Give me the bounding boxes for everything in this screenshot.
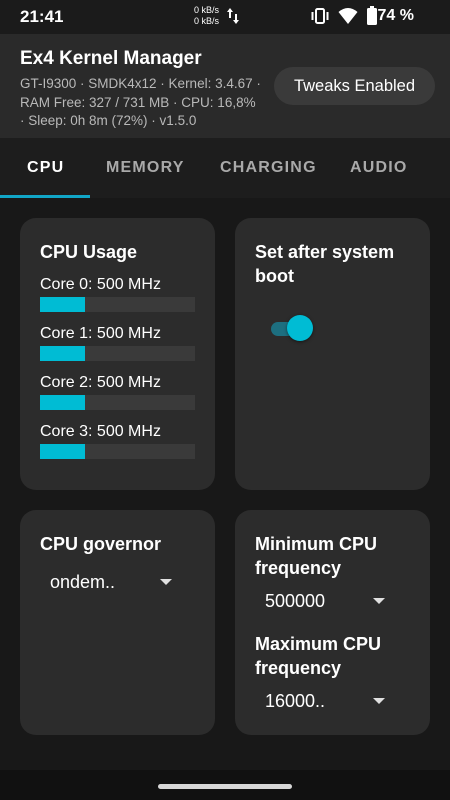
core-row: Core 3: 500 MHz bbox=[40, 423, 196, 459]
core-load-bar bbox=[40, 297, 195, 312]
network-speed: 0 kB/s 0 kB/s bbox=[194, 5, 219, 27]
tab-cpu[interactable]: CPU bbox=[27, 159, 64, 177]
max-frequency-title-line: Maximum CPU bbox=[255, 634, 382, 654]
app-title: Ex4 Kernel Manager bbox=[20, 48, 202, 69]
battery-percent: 74 % bbox=[377, 7, 414, 24]
chevron-down-icon bbox=[373, 698, 385, 704]
data-arrows-icon bbox=[227, 8, 239, 24]
tab-audio[interactable]: AUDIO bbox=[350, 159, 408, 177]
max-frequency-value: 16000.. bbox=[265, 690, 326, 711]
battery-icon bbox=[367, 6, 377, 25]
tweaks-enabled-chip[interactable]: Tweaks Enabled bbox=[274, 67, 435, 105]
upload-speed: 0 kB/s bbox=[194, 5, 220, 15]
core-label: Core 3: 500 MHz bbox=[40, 423, 161, 440]
app-header: Ex4 Kernel Manager GT-I9300 · SMDK4x12 ·… bbox=[0, 34, 450, 138]
set-on-boot-title-line: boot bbox=[255, 266, 294, 286]
max-frequency-title: Maximum CPU frequency bbox=[255, 632, 381, 680]
min-frequency-dropdown[interactable]: 500000 bbox=[265, 589, 390, 613]
status-time: 21:41 bbox=[20, 7, 64, 26]
core-load-bar bbox=[40, 444, 195, 459]
max-frequency-title-line: frequency bbox=[255, 658, 342, 678]
core-row: Core 2: 500 MHz bbox=[40, 374, 196, 410]
chevron-down-icon bbox=[160, 579, 172, 585]
navigation-bar bbox=[0, 770, 450, 800]
set-on-boot-card: Set after system boot bbox=[235, 218, 430, 490]
core-load-fill bbox=[40, 444, 85, 459]
core-load-fill bbox=[40, 346, 85, 361]
min-frequency-title-line: frequency bbox=[255, 558, 342, 578]
chevron-down-icon bbox=[373, 598, 385, 604]
set-on-boot-toggle[interactable] bbox=[269, 315, 313, 341]
tab-memory[interactable]: MEMORY bbox=[106, 159, 185, 177]
cpu-governor-value: ondem.. bbox=[50, 571, 116, 592]
cpu-governor-dropdown[interactable]: ondem.. bbox=[50, 569, 180, 595]
core-label: Core 2: 500 MHz bbox=[40, 374, 161, 391]
status-bar: 21:41 0 kB/s 0 kB/s 74 % bbox=[0, 0, 450, 34]
core-label: Core 0: 500 MHz bbox=[40, 276, 161, 293]
core-load-fill bbox=[40, 297, 85, 312]
toggle-thumb bbox=[287, 315, 313, 341]
max-frequency-dropdown[interactable]: 16000.. bbox=[265, 689, 390, 713]
cpu-usage-card: CPU Usage Core 0: 500 MHz Core 1: 500 MH… bbox=[20, 218, 215, 490]
vibrate-icon bbox=[311, 8, 329, 24]
cpu-frequency-card: Minimum CPU frequency 500000 Maximum CPU… bbox=[235, 510, 430, 735]
device-info-line: · Sleep: 0h 8m (72%) · v1.5.0 bbox=[20, 113, 197, 128]
set-on-boot-title: Set after system boot bbox=[255, 240, 394, 288]
core-load-fill bbox=[40, 395, 85, 410]
cpu-governor-title: CPU governor bbox=[40, 534, 162, 554]
set-on-boot-title-line: Set after system bbox=[255, 242, 395, 262]
core-load-bar bbox=[40, 346, 195, 361]
cpu-usage-title: CPU Usage bbox=[40, 242, 138, 262]
min-frequency-title: Minimum CPU frequency bbox=[255, 532, 377, 580]
home-gesture-handle[interactable] bbox=[158, 784, 292, 789]
status-icons bbox=[310, 6, 378, 26]
min-frequency-value: 500000 bbox=[265, 590, 326, 611]
tab-bar: CPU MEMORY CHARGING AUDIO bbox=[0, 138, 450, 198]
device-info: GT-I9300 · SMDK4x12 · Kernel: 3.4.67 · R… bbox=[20, 75, 270, 131]
core-row: Core 0: 500 MHz bbox=[40, 276, 196, 312]
device-info-line: RAM Free: 327 / 731 MB · CPU: 16,8% bbox=[20, 94, 256, 110]
tab-charging[interactable]: CHARGING bbox=[220, 159, 317, 177]
download-speed: 0 kB/s bbox=[194, 16, 220, 26]
core-label: Core 1: 500 MHz bbox=[40, 325, 161, 342]
device-info-line: GT-I9300 · SMDK4x12 · Kernel: 3.4.67 · bbox=[20, 76, 261, 91]
core-row: Core 1: 500 MHz bbox=[40, 325, 196, 361]
min-frequency-title-line: Minimum CPU bbox=[255, 534, 378, 554]
cpu-page: CPU Usage Core 0: 500 MHz Core 1: 500 MH… bbox=[0, 198, 450, 770]
core-load-bar bbox=[40, 395, 195, 410]
cpu-governor-card: CPU governor ondem.. bbox=[20, 510, 215, 735]
wifi-icon bbox=[338, 8, 358, 24]
